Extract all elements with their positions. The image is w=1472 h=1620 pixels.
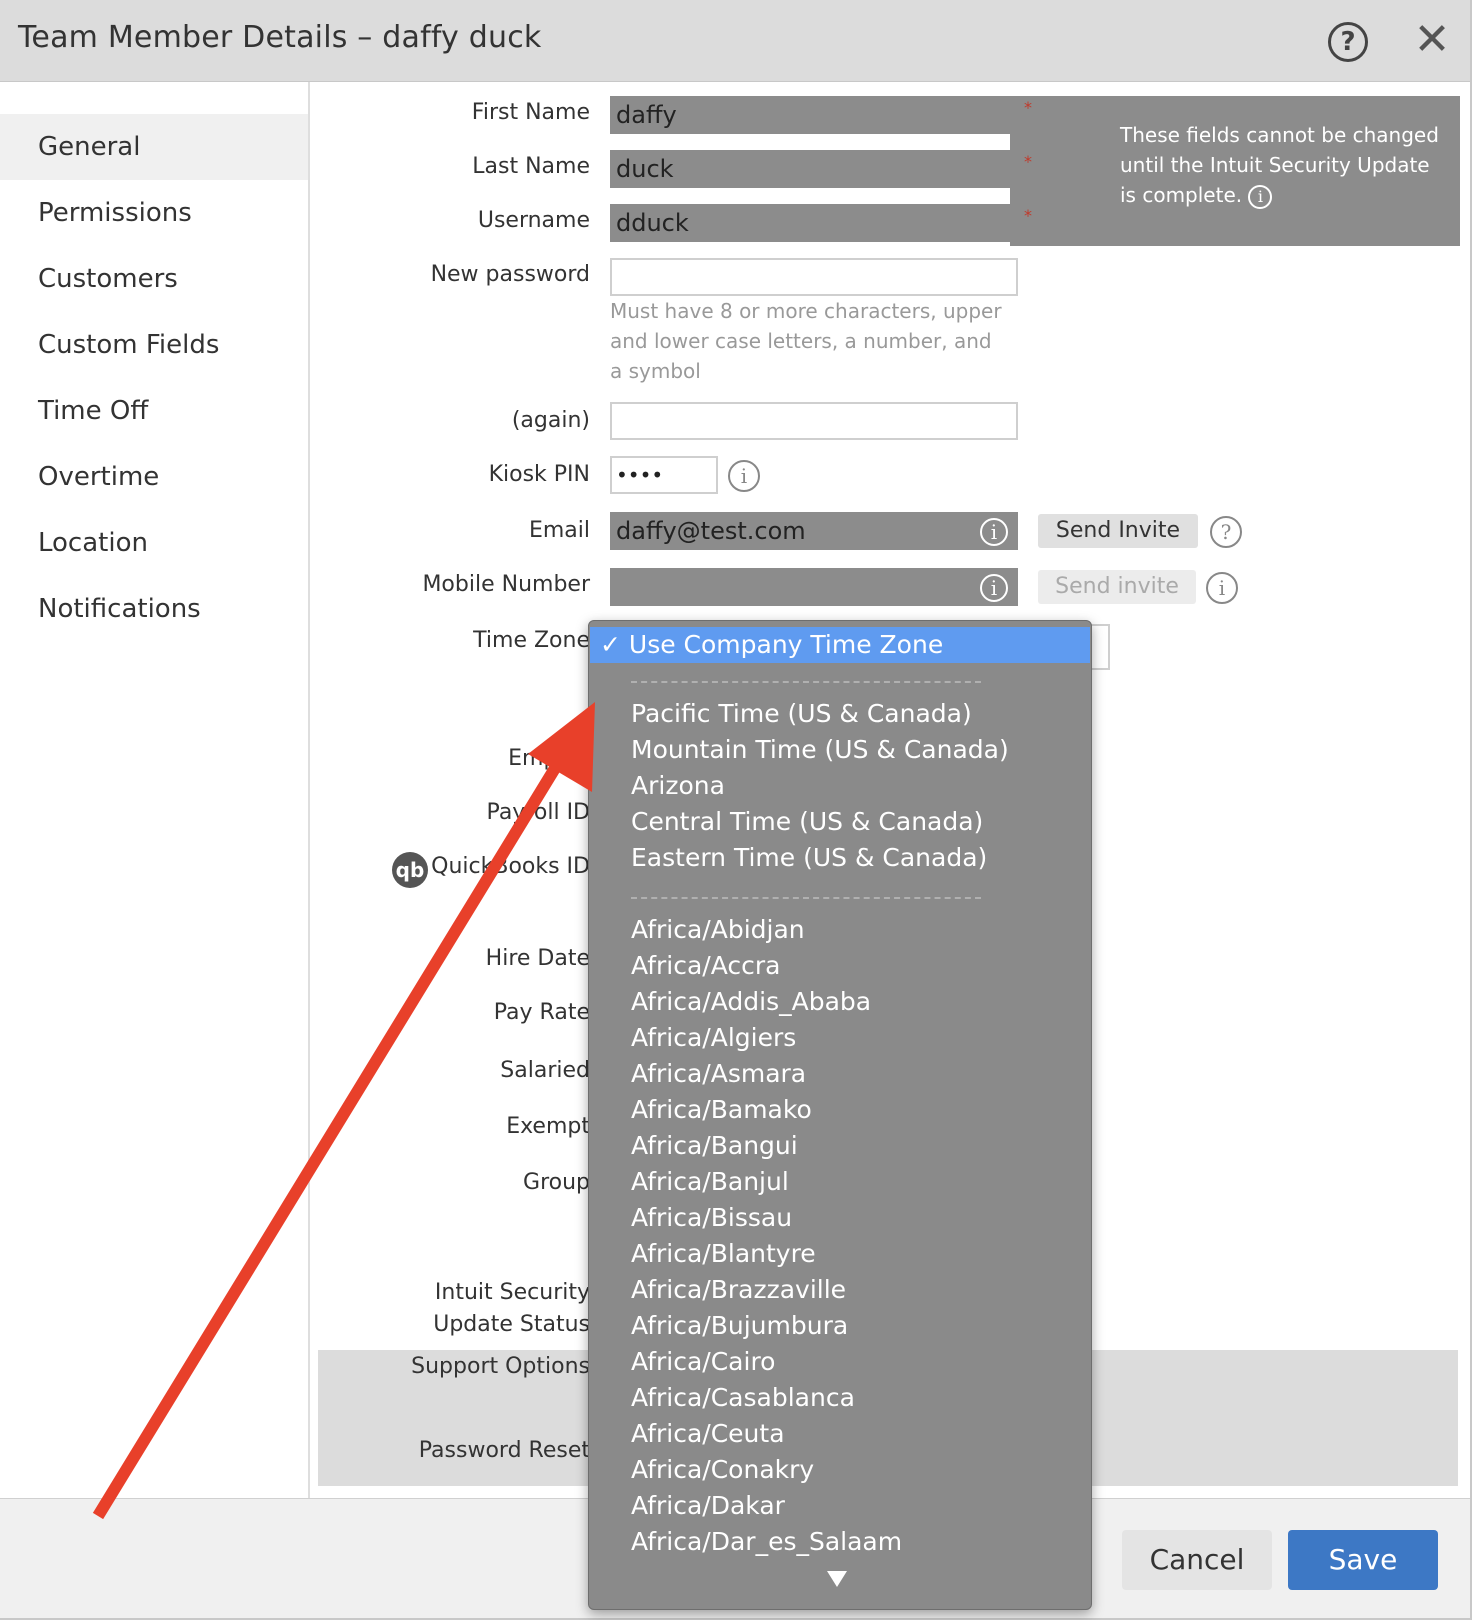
first-name-field: daffy [610,96,1018,134]
dialog-titlebar: Team Member Details – daffy duck ? ✕ [0,0,1470,82]
send-invite-email-button[interactable]: Send Invite [1038,514,1198,548]
exempt-label: Exempt [506,1114,590,1139]
dropdown-option[interactable]: Mountain Time (US & Canada) [631,735,1009,764]
hire-date-label: Hire Date [485,946,590,971]
password-hint: Must have 8 or more characters, upper an… [610,299,1002,383]
sidebar-item-permissions[interactable]: Permissions [0,180,308,246]
sidebar-item-general[interactable]: General [0,114,308,180]
email-field: daffy@test.com [610,512,1018,550]
kiosk-pin-label: Kiosk PIN [488,462,590,487]
required-mark: * [1024,98,1032,117]
required-mark: * [1024,152,1032,171]
username-label: Username [477,208,590,233]
kiosk-pin-field[interactable]: •••• [610,456,718,494]
password-again-label: (again) [511,408,590,433]
sidebar-nav: General Permissions Customers Custom Fie… [0,82,310,1498]
cancel-button[interactable]: Cancel [1122,1530,1272,1590]
sidebar-item-notifications[interactable]: Notifications [0,576,308,642]
new-password-field[interactable] [610,258,1018,296]
close-icon[interactable]: ✕ [1410,18,1454,62]
quickbooks-icon: qb [392,852,428,888]
dropdown-option[interactable]: Africa/Blantyre [631,1239,816,1268]
help-icon[interactable]: ? [1328,22,1368,62]
sidebar-item-overtime[interactable]: Overtime [0,444,308,510]
password-again-field[interactable] [610,402,1018,440]
dropdown-option-selected[interactable]: ✓ Use Company Time Zone [590,627,1090,663]
time-zone-dropdown: ✓ Use Company Time Zone Pacific Time (US… [588,620,1092,1610]
required-mark: * [1024,206,1032,225]
info-circle-icon[interactable]: i [1248,184,1273,209]
sidebar-item-customers[interactable]: Customers [0,246,308,312]
sidebar-item-time-off[interactable]: Time Off [0,378,308,444]
dropdown-option[interactable]: Africa/Algiers [631,1023,796,1052]
triangle-down-icon[interactable] [827,1571,847,1587]
dropdown-separator [631,681,981,683]
support-options-label: Support Options [411,1354,590,1379]
dropdown-option[interactable]: Central Time (US & Canada) [631,807,983,836]
save-button[interactable]: Save [1288,1530,1438,1590]
mobile-number-field [610,568,1018,606]
dropdown-option[interactable]: Arizona [631,771,725,800]
info-circle-icon[interactable]: i [980,518,1008,546]
sidebar-item-custom-fields[interactable]: Custom Fields [0,312,308,378]
dropdown-option[interactable]: Africa/Addis_Ababa [631,987,871,1016]
send-invite-mobile-button[interactable]: Send invite [1038,570,1196,604]
dropdown-option[interactable]: Africa/Bujumbura [631,1311,848,1340]
pay-rate-label: Pay Rate [493,1000,590,1025]
dialog-title: Team Member Details – daffy duck [18,20,542,55]
dropdown-option[interactable]: Pacific Time (US & Canada) [631,699,972,728]
question-circle-icon[interactable]: ? [1210,516,1242,548]
locked-note-text: These fields cannot be changed until the… [1120,120,1440,210]
dropdown-separator [631,897,981,899]
first-name-label: First Name [471,100,590,125]
locked-note-message: These fields cannot be changed until the… [1120,123,1439,207]
sidebar-item-location[interactable]: Location [0,510,308,576]
dropdown-option[interactable]: Africa/Conakry [631,1455,814,1484]
last-name-label: Last Name [472,154,590,179]
employee-number-label: Employ [508,746,590,771]
last-name-field: duck [610,150,1018,188]
dropdown-option[interactable]: Africa/Cairo [631,1347,775,1376]
intuit-status-label-line2: Update Status [433,1312,590,1337]
quickbooks-id-label: QuickBooks ID [431,854,590,879]
mobile-number-label: Mobile Number [422,572,590,597]
info-circle-icon[interactable]: i [728,460,760,492]
dropdown-option[interactable]: Africa/Asmara [631,1059,806,1088]
group-label: Group [523,1170,590,1195]
info-circle-icon[interactable]: i [980,574,1008,602]
dropdown-option[interactable]: Africa/Bangui [631,1131,798,1160]
intuit-status-label-line1: Intuit Security [434,1280,590,1305]
info-circle-icon[interactable]: i [1206,572,1238,604]
dropdown-option[interactable]: Africa/Accra [631,951,780,980]
dropdown-option[interactable]: Africa/Ceuta [631,1419,785,1448]
dropdown-option[interactable]: Africa/Bissau [631,1203,792,1232]
dropdown-option[interactable]: Africa/Brazzaville [631,1275,846,1304]
dropdown-option[interactable]: Africa/Banjul [631,1167,789,1196]
dropdown-option[interactable]: Africa/Dar_es_Salaam [631,1527,902,1556]
new-password-label: New password [430,262,590,287]
team-member-dialog: Team Member Details – daffy duck ? ✕ Gen… [0,0,1472,1620]
email-label: Email [528,518,590,543]
dropdown-option[interactable]: Africa/Dakar [631,1491,785,1520]
username-field: dduck [610,204,1018,242]
time-zone-label: Time Zone [473,628,590,653]
payroll-id-label: Payroll ID [486,800,590,825]
salaried-label: Salaried [500,1058,590,1083]
dropdown-option[interactable]: Africa/Abidjan [631,915,805,944]
locked-fields-note: These fields cannot be changed until the… [1010,96,1460,246]
dropdown-option[interactable]: Eastern Time (US & Canada) [631,843,987,872]
dropdown-option[interactable]: Africa/Casablanca [631,1383,855,1412]
dropdown-option[interactable]: Africa/Bamako [631,1095,812,1124]
password-reset-label: Password Reset [418,1438,590,1463]
